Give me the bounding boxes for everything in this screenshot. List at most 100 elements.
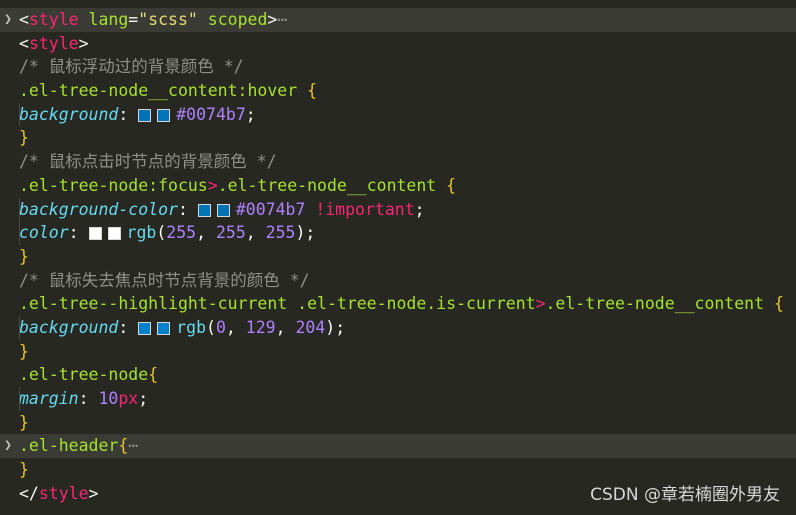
- code-line: }: [0, 458, 796, 482]
- css-number: 255: [265, 223, 296, 243]
- indent-guide: [19, 197, 20, 222]
- color-swatch[interactable]: [157, 108, 171, 122]
- code-line: background-color: #0074b7 !important;: [0, 197, 796, 222]
- code-token: (: [156, 223, 167, 243]
- color-swatch[interactable]: [88, 227, 102, 241]
- css-property: background: [19, 317, 119, 337]
- code-token: =: [128, 10, 139, 29]
- tag-name: style: [28, 33, 79, 53]
- brace: }: [19, 246, 29, 266]
- code-token: ,: [245, 223, 266, 243]
- brace: {: [446, 175, 457, 195]
- brace: {: [773, 294, 784, 314]
- code-token: ,: [275, 317, 296, 337]
- brace: }: [19, 460, 29, 480]
- css-selector: .el-tree-node: [19, 365, 149, 385]
- code-comment: /* 鼠标浮动过的背景颜色 */: [19, 57, 244, 77]
- css-property: background-color: [19, 199, 178, 219]
- code-token: (: [206, 317, 216, 337]
- css-value: #0074b7: [176, 104, 246, 124]
- code-token: ;: [335, 317, 346, 337]
- code-token: ;: [245, 104, 256, 124]
- css-value: #0074b7: [235, 199, 306, 219]
- color-swatch[interactable]: [216, 203, 230, 217]
- code-token: ): [295, 223, 306, 243]
- css-function: rgb: [126, 223, 157, 243]
- code-line: .el-tree-node__content:hover {: [0, 79, 796, 103]
- attribute-name: lang: [88, 10, 129, 29]
- tag-bracket: <: [19, 10, 29, 29]
- tag-bracket: >: [267, 10, 278, 29]
- code-comment: /* 鼠标点击时节点的背景颜色 */: [19, 152, 277, 172]
- code-line: }: [0, 411, 796, 435]
- indent-guide: [19, 102, 20, 127]
- folded-ellipsis: ⋯: [277, 10, 288, 29]
- css-number: 10: [98, 389, 119, 408]
- brace: }: [19, 341, 29, 361]
- code-line: .el-tree-node{: [0, 363, 796, 387]
- code-token: ,: [196, 223, 216, 243]
- css-selector: .el-tree-node__content: [217, 175, 437, 195]
- folded-ellipsis: ⋯: [128, 436, 139, 456]
- color-swatch[interactable]: [138, 108, 152, 122]
- code-line: .el-tree-node:focus>.el-tree-node__conte…: [0, 174, 796, 198]
- css-selector: .el-tree-node__content:hover: [19, 81, 298, 101]
- code-token: ;: [138, 389, 149, 408]
- attribute-name: scoped: [207, 10, 268, 29]
- css-selector: .el-header: [19, 436, 119, 456]
- tag-bracket: </: [19, 483, 39, 503]
- attribute-value: "scss": [138, 10, 198, 29]
- csdn-watermark: CSDN @章若楠圈外男友: [590, 485, 780, 505]
- code-line: ❯ .el-header{⋯: [0, 434, 796, 459]
- code-comment: /* 鼠标失去焦点时节点背景的颜色 */: [19, 270, 310, 290]
- code-line: }: [0, 245, 796, 269]
- important-keyword: !important: [315, 199, 415, 219]
- code-editor[interactable]: ❯ <style lang="scss" scoped>⋯ <style>/* 鼠标…: [0, 8, 796, 515]
- css-number: 204: [295, 317, 326, 337]
- brace: {: [118, 436, 129, 456]
- code-line: background: rgb(0, 129, 204);: [0, 315, 796, 340]
- code-token: ): [325, 317, 336, 337]
- css-number: 255: [215, 223, 246, 243]
- tag-bracket: >: [78, 33, 89, 53]
- code-line: /* 鼠标点击时节点的背景颜色 */: [0, 150, 796, 174]
- tag-name: style: [28, 10, 79, 29]
- code-line: .el-tree--highlight-current .el-tree-nod…: [0, 292, 796, 316]
- css-property: color: [19, 223, 69, 243]
- code-token: :: [118, 317, 139, 337]
- css-selector: .el-tree-node__content: [545, 294, 765, 314]
- code-line: }: [0, 126, 796, 150]
- indent-guide: [19, 221, 20, 245]
- code-line: background: #0074b7;: [0, 102, 796, 127]
- color-swatch[interactable]: [107, 227, 121, 241]
- code-token: :: [78, 389, 99, 408]
- css-unit: px: [118, 389, 139, 408]
- color-swatch[interactable]: [157, 321, 171, 335]
- combinator: >: [535, 294, 546, 314]
- color-swatch[interactable]: [138, 321, 152, 335]
- indent-guide: [19, 387, 20, 411]
- code-token: ;: [305, 223, 316, 243]
- tag-bracket: >: [88, 483, 99, 503]
- css-property: background: [19, 104, 119, 124]
- brace: {: [307, 81, 318, 101]
- css-property: margin: [19, 389, 79, 408]
- css-number: 129: [245, 317, 276, 337]
- indent-guide: [19, 315, 20, 340]
- code-line: }: [0, 340, 796, 364]
- code-line: margin: 10px;: [0, 387, 796, 411]
- code-line: /* 鼠标浮动过的背景颜色 */: [0, 55, 796, 79]
- code-line: <style>: [0, 32, 796, 56]
- code-token: ,: [225, 317, 246, 337]
- chevron-right-icon[interactable]: ❯: [1, 434, 15, 458]
- code-line: ❯ <style lang="scss" scoped>⋯: [0, 8, 796, 32]
- code-token: :: [68, 223, 89, 243]
- chevron-right-icon[interactable]: ❯: [1, 8, 15, 32]
- brace: {: [148, 365, 159, 385]
- combinator: >: [207, 175, 218, 195]
- color-swatch[interactable]: [197, 203, 211, 217]
